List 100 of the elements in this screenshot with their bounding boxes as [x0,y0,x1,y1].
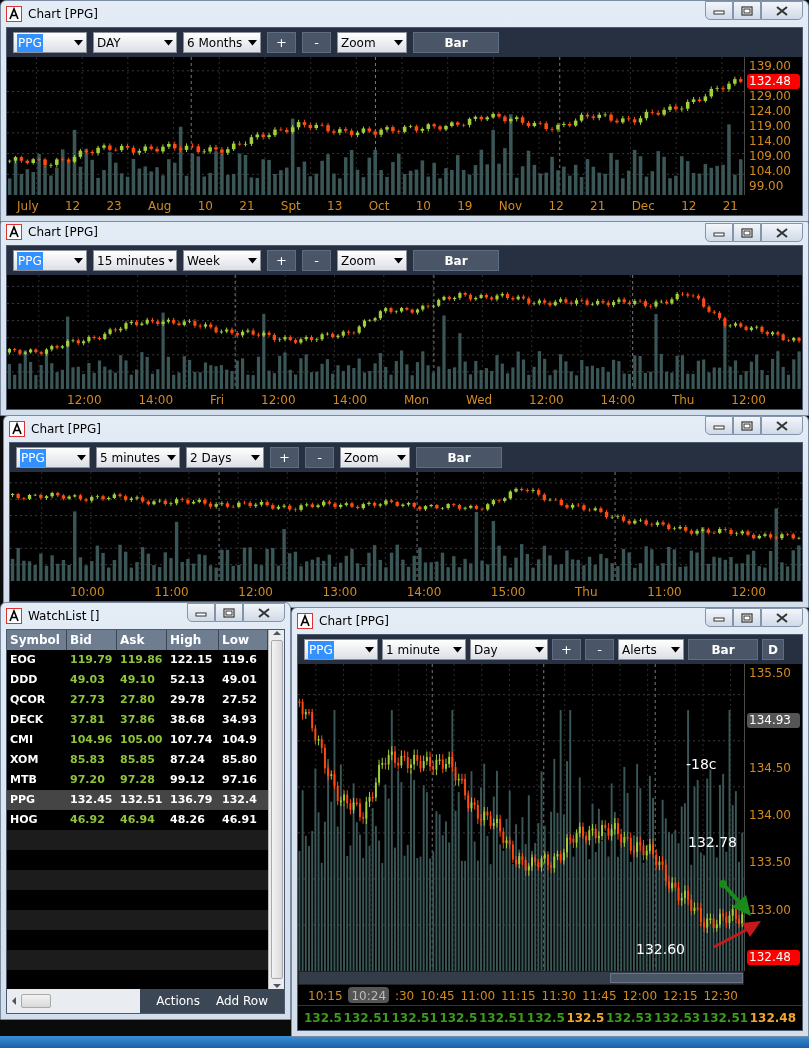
table-row[interactable]: MTB 97.20 97.28 99.12 97.16 [7,770,268,790]
axis-label: 12:00 [731,392,766,407]
close-icon [258,607,270,618]
table-cell-text: 46.92 [69,811,106,828]
caret-icon [248,39,257,46]
ticker-price: 132.53 [653,1010,701,1027]
zoom-in-button[interactable]: + [552,639,581,660]
toolbar-button[interactable]: D [762,639,784,660]
interval-dropdown[interactable]: 5 minutes [96,447,180,468]
zoom-out-button[interactable]: - [302,32,331,53]
caret-icon [251,454,260,461]
close-button[interactable] [761,223,803,242]
table-row[interactable]: QCOR 27.73 27.80 29.78 27.52 [7,690,268,710]
table-cell-text: 104.96 [69,731,114,748]
window-title: Chart [PPG] [31,421,101,438]
chart-scrollbar[interactable] [298,971,744,985]
table-cell-text: 27.52 [221,691,258,708]
maximize-icon [741,420,753,431]
table-row[interactable]: HOG 46.92 46.94 48.26 46.91 [7,810,268,830]
minimize-button[interactable] [705,608,733,627]
table-row[interactable]: PPG 132.45 132.51 136.79 132.4 [7,790,268,810]
table-cell-text: 132.51 [119,791,164,808]
close-button[interactable] [243,603,285,622]
table-cell-text: 34.93 [221,711,258,728]
chart-style-button[interactable]: Bar [416,447,502,468]
column-header[interactable]: High [167,630,219,650]
table-cell-text: 46.91 [221,811,258,828]
minimize-button[interactable] [705,223,733,242]
axis-label: 11:00 [647,584,682,599]
table-row[interactable]: DDD 49.03 49.10 52.13 49.01 [7,670,268,690]
axis-label: :30 [394,988,415,1003]
close-button[interactable] [761,1,803,20]
range-dropdown[interactable]: 6 Months [183,32,261,53]
minimize-button[interactable] [187,603,215,622]
axis-label: Nov [498,198,523,213]
zoom-in-button[interactable]: + [267,32,296,53]
zoom-in-button[interactable]: + [270,447,299,468]
maximize-button[interactable] [733,608,761,627]
scrollbar-thumb[interactable] [270,640,283,979]
ticker-price: 132.5 [566,1010,605,1027]
axis-label: 10 [415,198,431,213]
table-cell-text: 99.12 [169,771,206,788]
zoom-in-button[interactable]: + [267,250,296,271]
table-row[interactable]: DECK 37.81 37.86 38.68 34.93 [7,710,268,730]
axis-label: 135.50 [748,666,792,681]
scroll-up-icon [272,630,281,636]
column-header[interactable]: Ask [117,630,167,650]
range-dropdown[interactable]: Day [470,639,548,660]
chart-style-button[interactable]: Bar [413,32,499,53]
maximize-button[interactable] [733,416,761,435]
interval-dropdown[interactable]: 1 minute [382,639,466,660]
close-icon [776,227,788,238]
table-row[interactable]: CMI 104.96 105.00 107.74 104.9 [7,730,268,750]
zoom-out-button[interactable]: - [302,250,331,271]
caret-icon [248,257,257,264]
axis-label: 104.00 [748,164,792,179]
table-cell-text: DECK [9,711,45,728]
caret-icon [394,257,403,264]
close-icon [776,5,788,16]
table-cell-text: HOG [9,811,39,828]
footer-button[interactable]: Add Row [210,990,274,1012]
maximize-button[interactable] [215,603,243,622]
chart-style-button[interactable]: Bar [688,639,758,660]
tool-dropdown[interactable]: Zoom [340,447,410,468]
minimize-button[interactable] [705,416,733,435]
tool-dropdown[interactable]: Zoom [337,250,407,271]
axis-label: 99.00 [748,179,785,194]
scrollbar-thumb[interactable] [609,973,743,983]
close-icon [776,420,788,431]
close-button[interactable] [761,608,803,627]
table-cell-text: 97.16 [221,771,258,788]
axis-label: Thu [575,584,598,599]
maximize-button[interactable] [733,223,761,242]
interval-dropdown[interactable]: DAY [93,32,177,53]
axis-label: Fri [209,392,225,407]
footer-button[interactable]: Actions [150,990,206,1012]
close-button[interactable] [761,416,803,435]
maximize-button[interactable] [733,1,761,20]
range-dropdown[interactable]: Week [183,250,261,271]
axis-label: 13 [327,198,343,213]
table-row[interactable]: XOM 85.83 85.85 87.24 85.80 [7,750,268,770]
app-logo-icon [6,608,22,624]
minimize-button[interactable] [705,1,733,20]
column-header[interactable]: Symbol [7,630,67,650]
chart-style-button[interactable]: Bar [413,250,499,271]
vertical-scrollbar[interactable] [268,630,284,989]
range-dropdown[interactable]: 2 Days [186,447,264,468]
maximize-icon [223,607,235,618]
caret-icon [453,646,462,653]
axis-label: 14:00 [406,584,442,599]
price-tag: 134.93 [747,713,800,729]
scrollbar-thumb[interactable] [21,994,51,1008]
zoom-out-button[interactable]: - [585,639,614,660]
tool-dropdown[interactable]: Alerts [618,639,684,660]
column-header[interactable]: Bid [67,630,117,650]
zoom-out-button[interactable]: - [305,447,334,468]
table-cell-text: 49.03 [69,671,106,688]
tool-dropdown[interactable]: Zoom [337,32,407,53]
interval-dropdown[interactable]: 15 minutes [93,250,177,271]
table-row[interactable]: EOG 119.79 119.86 122.15 119.6 [7,650,268,670]
